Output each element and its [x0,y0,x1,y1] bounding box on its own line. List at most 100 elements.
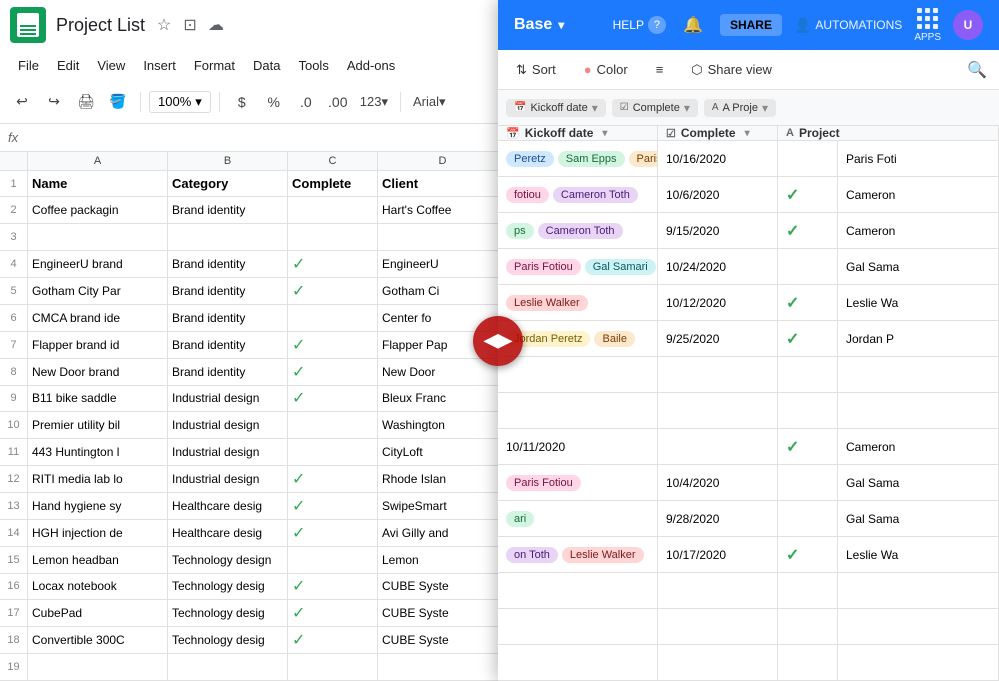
grid-cell[interactable]: Industrial design [168,466,288,492]
menu-tools[interactable]: Tools [290,55,336,76]
grid-row[interactable]: 10Premier utility bilIndustrial designWa… [0,412,510,439]
base-dropdown-icon[interactable]: ▾ [558,18,564,32]
at-table-row[interactable]: 10/11/2020✓Cameron [498,429,999,465]
star-icon[interactable]: ☆ [155,16,173,34]
grid-row[interactable]: 7Flapper brand idBrand identity✓Flapper … [0,332,510,359]
at-col-proj[interactable]: A Project [778,126,999,140]
grid-cell[interactable] [28,224,168,250]
grid-cell[interactable]: SwipeSmart [378,493,508,519]
grid-cell[interactable]: Technology design [168,547,288,573]
grid-cell[interactable]: Avi Gilly and [378,520,508,546]
grid-cell[interactable]: ✓ [288,251,378,277]
filter-complete-close[interactable]: ▾ [684,101,690,115]
grid-cell[interactable]: Technology desig [168,600,288,626]
grid-cell[interactable]: Coffee packagin [28,197,168,223]
menu-data[interactable]: Data [245,55,288,76]
grid-cell[interactable]: Industrial design [168,439,288,465]
grid-cell[interactable]: Gotham Ci [378,278,508,304]
grid-cell[interactable]: Industrial design [168,412,288,438]
grid-row[interactable]: 5Gotham City ParBrand identity✓Gotham Ci [0,278,510,305]
formula-input[interactable] [26,130,502,145]
automations-button[interactable]: 👤 AUTOMATIONS [794,17,902,34]
share-button[interactable]: SHARE [720,14,782,36]
grid-cell[interactable]: 443 Huntington l [28,439,168,465]
grid-cell[interactable]: ✓ [288,574,378,600]
grid-cell[interactable]: CUBE Syste [378,574,508,600]
grid-cell[interactable]: Brand identity [168,251,288,277]
grid-cell[interactable]: Name [28,171,168,197]
grid-cell[interactable] [168,654,288,680]
folder-icon[interactable]: ⊡ [181,16,199,34]
share-view-button[interactable]: ⬡ Share view [685,58,778,82]
grid-cell[interactable] [168,224,288,250]
col-header-D[interactable]: D [378,152,508,170]
filter-pill-complete[interactable]: ☑ Complete ▾ [612,99,698,117]
grid-row[interactable]: 19 [0,654,510,681]
at-table-row[interactable]: psCameron Toth9/15/2020✓Cameron [498,213,999,249]
grid-row[interactable]: 17CubePadTechnology desig✓CUBE Syste [0,600,510,627]
at-col-complete[interactable]: ☑ Complete ▾ [658,126,778,140]
at-table-row[interactable] [498,645,999,681]
grid-cell[interactable]: Washington [378,412,508,438]
grid-row[interactable]: 4EngineerU brandBrand identity✓EngineerU [0,251,510,278]
at-table-row[interactable]: on TothLeslie Walker10/17/2020✓Leslie Wa [498,537,999,573]
grid-cell[interactable]: Lemon [378,547,508,573]
decimal-dec-button[interactable]: .0 [292,88,320,116]
decimal-inc-button[interactable]: .00 [324,88,352,116]
grid-cell[interactable]: EngineerU [378,251,508,277]
grid-cell[interactable]: Industrial design [168,386,288,412]
grid-cell[interactable] [288,412,378,438]
grid-row[interactable]: 8New Door brandBrand identity✓New Door [0,359,510,386]
grid-row[interactable]: 15Lemon headbanTechnology designLemon [0,547,510,574]
complete-col-dropdown[interactable]: ▾ [745,128,750,139]
menu-format[interactable]: Format [186,55,243,76]
grid-cell[interactable]: New Door brand [28,359,168,385]
filter-kickoff-close[interactable]: ▾ [592,101,598,115]
grid-cell[interactable]: Locax notebook [28,574,168,600]
grid-cell[interactable]: CUBE Syste [378,600,508,626]
grid-cell[interactable] [288,439,378,465]
at-table-row[interactable] [498,609,999,645]
grid-cell[interactable]: ✓ [288,466,378,492]
grid-cell[interactable]: EngineerU brand [28,251,168,277]
grid-cell[interactable] [288,547,378,573]
at-table-row[interactable]: Jordan PeretzBaile9/25/2020✓Jordan P [498,321,999,357]
grid-row[interactable]: 3 [0,224,510,251]
grid-cell[interactable]: ✓ [288,278,378,304]
grid-row[interactable]: 9B11 bike saddleIndustrial design✓Bleux … [0,386,510,413]
grid-cell[interactable]: ✓ [288,332,378,358]
at-col-kickoff[interactable]: 📅 Kickoff date ▾ [498,126,658,140]
toggle-overlay[interactable]: ◀▶ [473,316,523,366]
grid-cell[interactable]: Hand hygiene sy [28,493,168,519]
menu-view[interactable]: View [89,55,133,76]
at-table-row[interactable]: Paris Fotiou10/4/2020Gal Sama [498,465,999,501]
grid-row[interactable]: 18Convertible 300CTechnology desig✓CUBE … [0,627,510,654]
grid-cell[interactable]: Brand identity [168,332,288,358]
filter-pill-kickoff[interactable]: 📅 Kickoff date ▾ [506,99,606,117]
grid-cell[interactable]: Rhode Islan [378,466,508,492]
help-button[interactable]: HELP ? [613,16,666,34]
apps-button[interactable]: APPS [914,8,941,43]
grid-cell[interactable]: CMCA brand ide [28,305,168,331]
search-button[interactable]: 🔍 [967,60,987,80]
filter-pill-proj[interactable]: A A Proje ▾ [704,99,776,117]
grid-cell[interactable]: ✓ [288,600,378,626]
grid-cell[interactable]: Client [378,171,508,197]
grid-cell[interactable]: RITI media lab lo [28,466,168,492]
menu-file[interactable]: File [10,55,47,76]
at-table-row[interactable] [498,393,999,429]
col-header-C[interactable]: C [288,152,378,170]
at-table-row[interactable]: fotiouCameron Toth10/6/2020✓Cameron [498,177,999,213]
grid-row[interactable]: 14HGH injection deHealthcare desig✓Avi G… [0,520,510,547]
kickoff-col-dropdown[interactable]: ▾ [602,128,607,139]
menu-addons[interactable]: Add-ons [339,55,403,76]
grid-row[interactable]: 16Locax notebookTechnology desig✓CUBE Sy… [0,574,510,601]
grid-cell[interactable] [288,197,378,223]
redo-button[interactable]: ↪ [40,88,68,116]
grid-cell[interactable]: ✓ [288,386,378,412]
grid-cell[interactable]: CityLoft [378,439,508,465]
grid-cell[interactable]: Flapper brand id [28,332,168,358]
grid-cell[interactable] [288,224,378,250]
grid-cell[interactable]: Brand identity [168,359,288,385]
grid-row[interactable]: 13Hand hygiene syHealthcare desig✓SwipeS… [0,493,510,520]
